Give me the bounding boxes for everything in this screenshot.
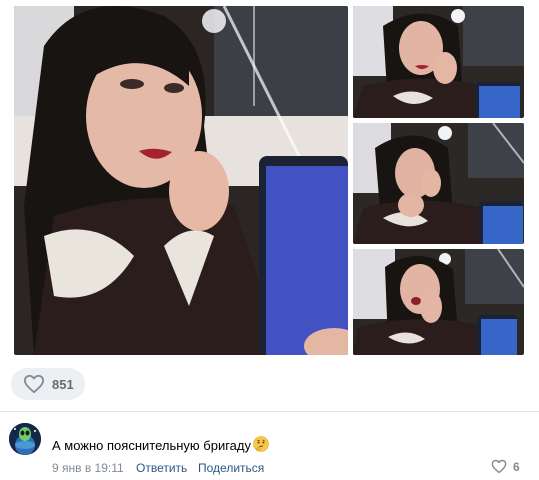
reply-link[interactable]: Ответить (136, 461, 187, 475)
comment-like-count: 6 (513, 459, 520, 474)
post-photo-thumb-2[interactable] (353, 123, 524, 244)
avatar[interactable] (9, 423, 41, 455)
comment-date: 9 янв в 19:11 (52, 461, 124, 475)
post-photo-main[interactable] (14, 6, 348, 355)
comment-text: А можно пояснительную бригаду (52, 438, 251, 453)
thinking-face-emoji (253, 436, 269, 452)
heart-outline-icon (23, 374, 44, 394)
divider (0, 411, 539, 412)
post-photo-thumb-3[interactable] (353, 249, 524, 355)
post-like-button[interactable]: 851 (11, 368, 85, 400)
post-photo-thumb-1[interactable] (353, 6, 524, 118)
comment-like-button[interactable]: 6 (491, 459, 520, 474)
post-like-count: 851 (52, 376, 74, 392)
heart-outline-icon (491, 459, 507, 474)
comment-text-row: А можно пояснительную бригаду (52, 436, 269, 454)
share-link[interactable]: Поделиться (198, 461, 264, 475)
